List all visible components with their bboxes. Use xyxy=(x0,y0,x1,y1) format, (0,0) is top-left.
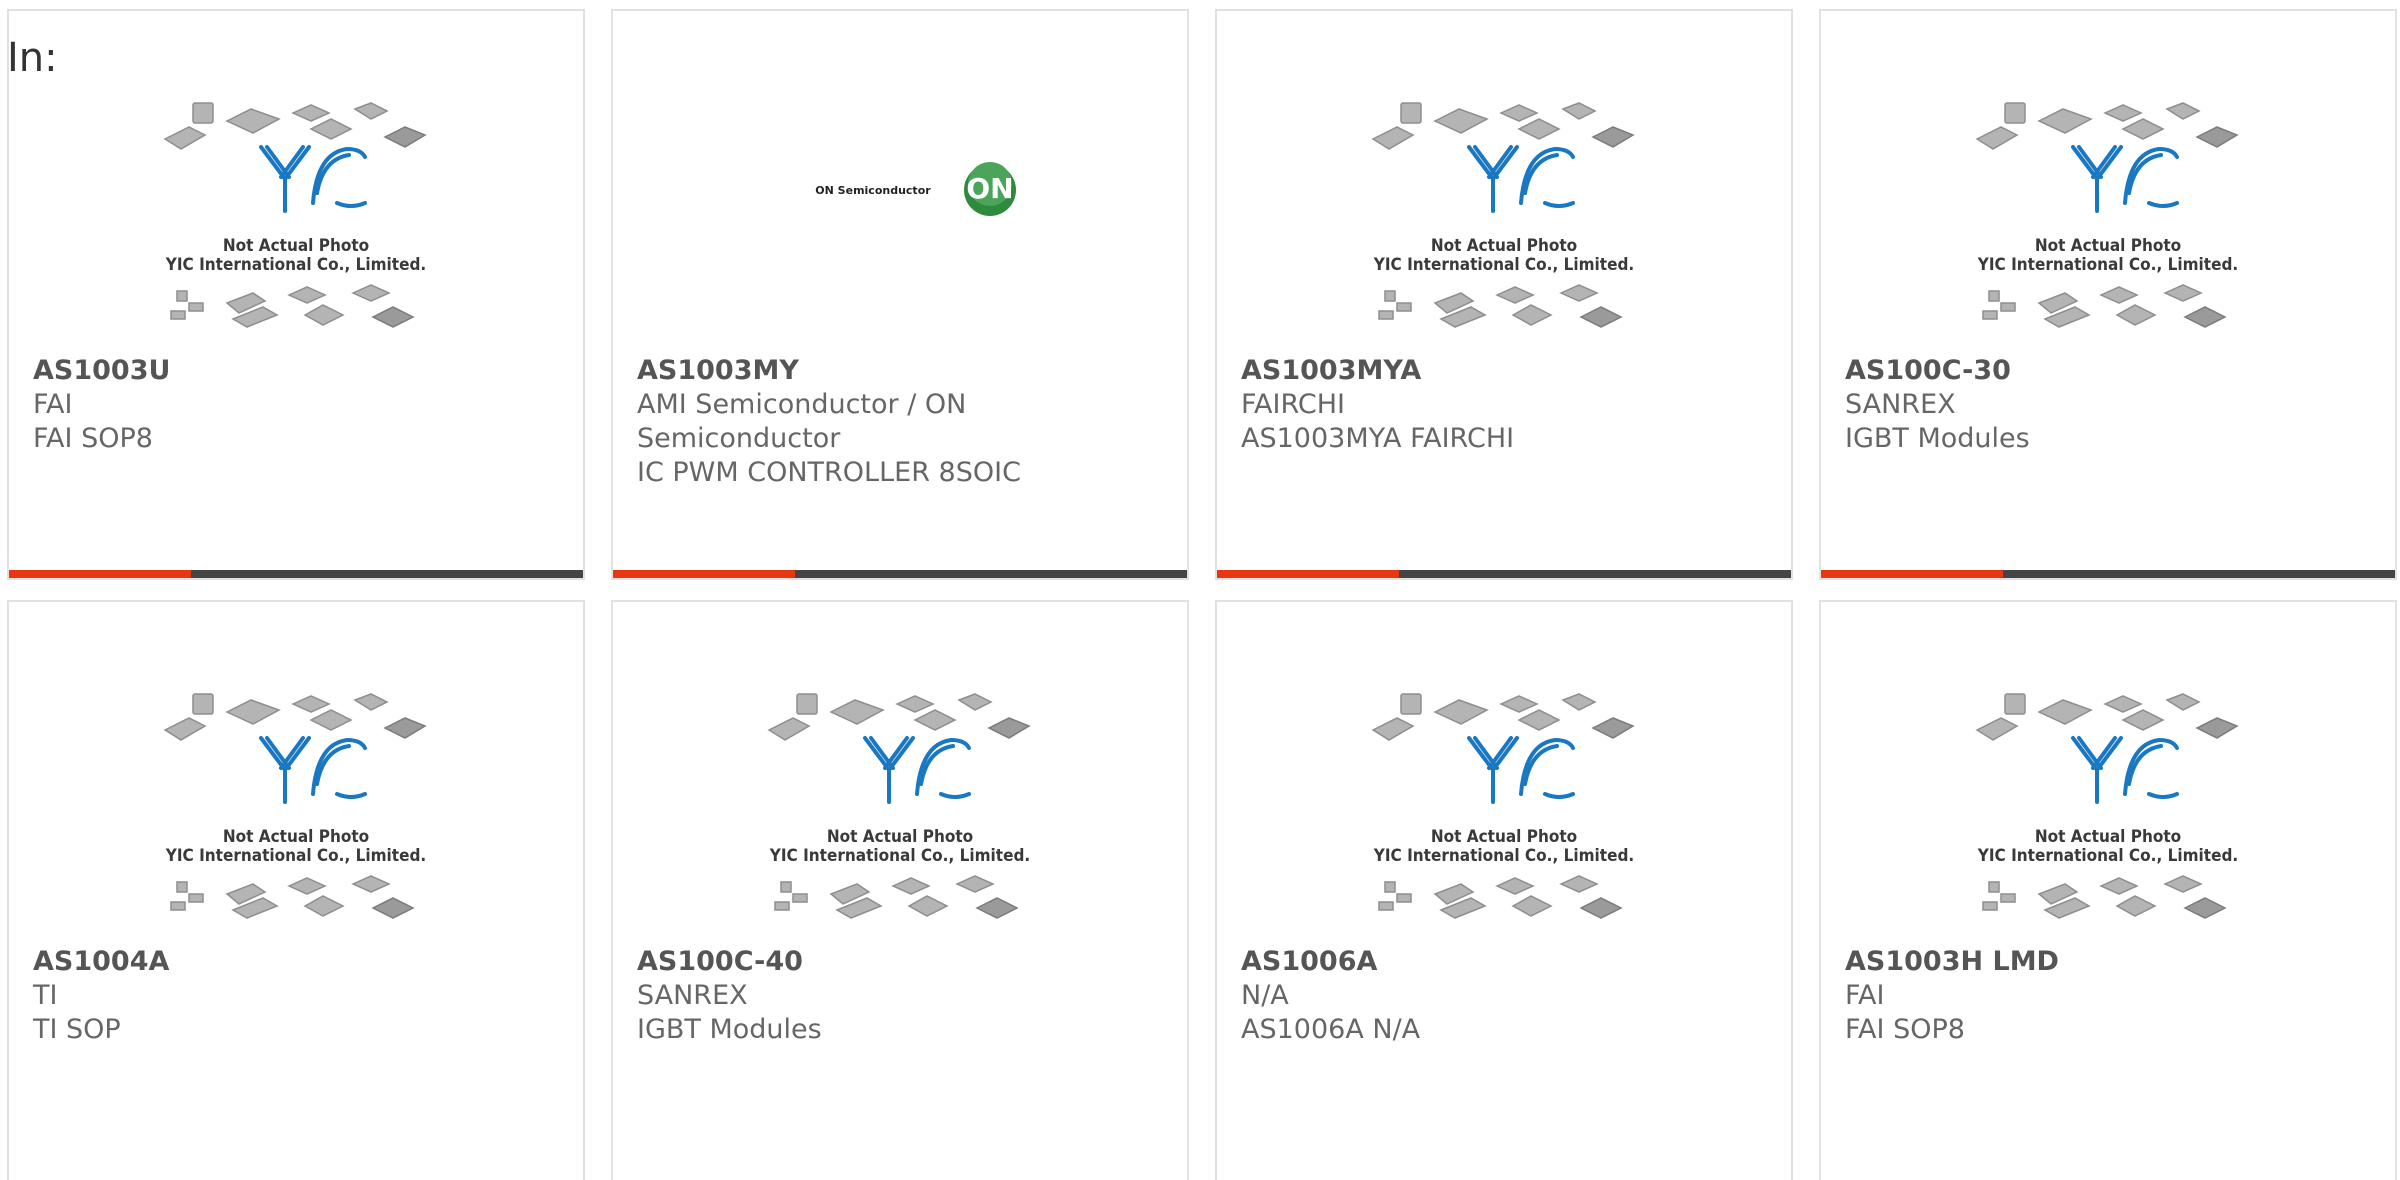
manufacturer: FAI xyxy=(1845,980,1885,1011)
part-number[interactable]: AS1003MY xyxy=(637,354,1167,388)
in-label: In: xyxy=(7,35,58,81)
product-info: AS1003MYA FAIRCHI AS1003MYA FAIRCHI xyxy=(1241,354,1771,456)
part-number[interactable]: AS1003U xyxy=(33,354,563,388)
svg-text:Not Actual Photo: Not Actual Photo xyxy=(827,827,973,847)
product-card[interactable]: Not Actual Photo YIC International Co., … xyxy=(7,9,585,580)
product-card[interactable]: Not Actual Photo YIC International Co., … xyxy=(7,600,585,1180)
part-number[interactable]: AS100C-40 xyxy=(637,945,1167,979)
svg-text:ON: ON xyxy=(966,172,1013,205)
yic-placeholder-image: Not Actual Photo YIC International Co., … xyxy=(163,102,427,328)
product-image[interactable]: Not Actual Photo YIC International Co., … xyxy=(613,682,1187,942)
product-image[interactable]: Not Actual Photo YIC International Co., … xyxy=(1217,91,1791,351)
product-image[interactable]: Not Actual Photo YIC International Co., … xyxy=(1821,91,2395,351)
svg-text:Not Actual Photo: Not Actual Photo xyxy=(1431,827,1577,847)
description: TI SOP xyxy=(33,1014,121,1045)
svg-text:ON Semiconductor: ON Semiconductor xyxy=(815,184,931,197)
product-image[interactable]: Not Actual Photo YIC International Co., … xyxy=(9,682,583,942)
manufacturer: SANREX xyxy=(1845,389,1956,420)
product-info: AS1006A N/A AS1006A N/A xyxy=(1241,945,1771,1047)
svg-text:Not Actual Photo: Not Actual Photo xyxy=(223,236,369,256)
part-number[interactable]: AS1006A xyxy=(1241,945,1771,979)
manufacturer: AMI Semiconductor / ON Semiconductor xyxy=(637,389,967,454)
part-number[interactable]: AS1004A xyxy=(33,945,563,979)
yic-placeholder-image: Not Actual Photo YIC International Co., … xyxy=(1975,102,2239,328)
part-number[interactable]: AS1003MYA xyxy=(1241,354,1771,388)
svg-text:YIC International Co., Limited: YIC International Co., Limited. xyxy=(165,846,426,866)
svg-text:YIC International Co., Limited: YIC International Co., Limited. xyxy=(1373,846,1634,866)
svg-text:YIC International Co., Limited: YIC International Co., Limited. xyxy=(1977,255,2238,275)
product-info: AS100C-30 SANREX IGBT Modules xyxy=(1845,354,2375,456)
description: FAI SOP8 xyxy=(1845,1014,1965,1045)
yic-placeholder-image: Not Actual Photo YIC International Co., … xyxy=(163,693,427,919)
product-card[interactable]: Not Actual Photo YIC International Co., … xyxy=(1819,600,2397,1180)
manufacturer: N/A xyxy=(1241,980,1289,1011)
product-info: AS1003MY AMI Semiconductor / ON Semicond… xyxy=(637,354,1167,490)
svg-text:Not Actual Photo: Not Actual Photo xyxy=(1431,236,1577,256)
svg-text:YIC International Co., Limited: YIC International Co., Limited. xyxy=(165,255,426,275)
product-info: AS1004A TI TI SOP xyxy=(33,945,563,1047)
product-card[interactable]: ON Semiconductor ON AS1003MY AMI Semicon… xyxy=(611,9,1189,580)
description: IGBT Modules xyxy=(1845,423,2030,454)
yic-placeholder-image: Not Actual Photo YIC International Co., … xyxy=(1371,102,1635,328)
description: FAI SOP8 xyxy=(33,423,153,454)
yic-placeholder-image: Not Actual Photo YIC International Co., … xyxy=(1975,693,2239,919)
description: AS1003MYA FAIRCHI xyxy=(1241,423,1515,454)
svg-text:Not Actual Photo: Not Actual Photo xyxy=(2035,236,2181,256)
product-info: AS100C-40 SANREX IGBT Modules xyxy=(637,945,1167,1047)
product-image[interactable]: Not Actual Photo YIC International Co., … xyxy=(1821,682,2395,942)
yic-placeholder-image: Not Actual Photo YIC International Co., … xyxy=(767,693,1031,919)
product-info: AS1003H LMD FAI FAI SOP8 xyxy=(1845,945,2375,1047)
card-bottom-bar xyxy=(1217,570,1791,578)
manufacturer: SANREX xyxy=(637,980,748,1011)
on-semiconductor-logo: ON Semiconductor ON xyxy=(815,162,1016,216)
part-number[interactable]: AS100C-30 xyxy=(1845,354,2375,388)
product-info: AS1003U FAI FAI SOP8 xyxy=(33,354,563,456)
svg-text:Not Actual Photo: Not Actual Photo xyxy=(223,827,369,847)
product-card[interactable]: Not Actual Photo YIC International Co., … xyxy=(611,600,1189,1180)
product-image[interactable]: Not Actual Photo YIC International Co., … xyxy=(9,91,583,351)
product-card[interactable]: Not Actual Photo YIC International Co., … xyxy=(1215,9,1793,580)
card-bottom-bar xyxy=(613,570,1187,578)
description: AS1006A N/A xyxy=(1241,1014,1421,1045)
manufacturer: TI xyxy=(33,980,58,1011)
product-card[interactable]: Not Actual Photo YIC International Co., … xyxy=(1819,9,2397,580)
description: IC PWM CONTROLLER 8SOIC xyxy=(637,457,1021,488)
manufacturer: FAI xyxy=(33,389,73,420)
card-bottom-bar xyxy=(9,570,583,578)
part-number[interactable]: AS1003H LMD xyxy=(1845,945,2375,979)
svg-text:YIC International Co., Limited: YIC International Co., Limited. xyxy=(1977,846,2238,866)
svg-text:Not Actual Photo: Not Actual Photo xyxy=(2035,827,2181,847)
yic-placeholder-image: Not Actual Photo YIC International Co., … xyxy=(1371,693,1635,919)
description: IGBT Modules xyxy=(637,1014,822,1045)
svg-text:YIC International Co., Limited: YIC International Co., Limited. xyxy=(1373,255,1634,275)
svg-text:YIC International Co., Limited: YIC International Co., Limited. xyxy=(769,846,1030,866)
product-image[interactable]: Not Actual Photo YIC International Co., … xyxy=(1217,682,1791,942)
product-card[interactable]: Not Actual Photo YIC International Co., … xyxy=(1215,600,1793,1180)
product-image[interactable]: ON Semiconductor ON xyxy=(613,91,1187,351)
manufacturer: FAIRCHI xyxy=(1241,389,1346,420)
card-bottom-bar xyxy=(1821,570,2395,578)
